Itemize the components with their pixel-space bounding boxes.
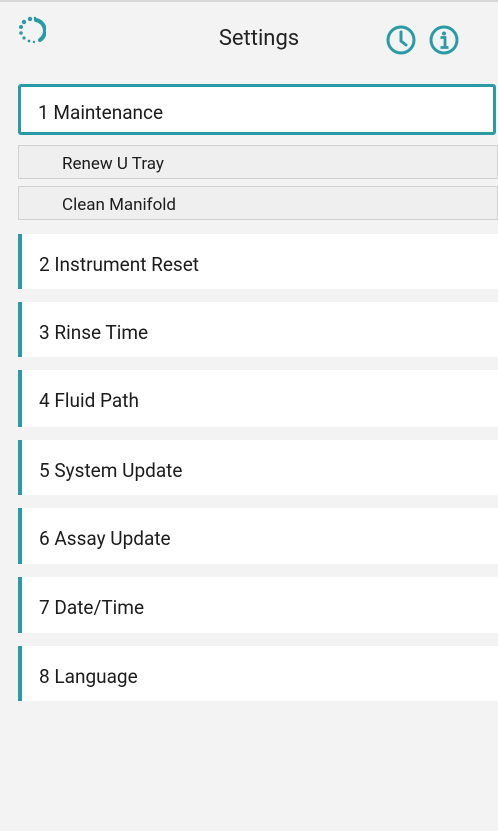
menu-item-system-update[interactable]: 5 System Update (18, 440, 498, 495)
menu-item-label: 3 Rinse Time (39, 321, 149, 344)
menu-item-label: 6 Assay Update (39, 527, 171, 550)
menu-item-date-time[interactable]: 7 Date/Time (18, 577, 498, 633)
subitem-label: Clean Manifold (62, 195, 177, 215)
menu-item-fluid-path[interactable]: 4 Fluid Path (18, 370, 498, 427)
menu-item-label: 5 System Update (39, 459, 183, 482)
info-icon[interactable] (428, 24, 460, 56)
menu-item-instrument-reset[interactable]: 2 Instrument Reset (18, 234, 498, 289)
menu-item-label: 1 Maintenance (38, 101, 164, 124)
menu-item-maintenance[interactable]: 1 Maintenance (18, 84, 496, 135)
menu-item-assay-update[interactable]: 6 Assay Update (18, 508, 498, 564)
header: Settings (0, 2, 498, 80)
menu-item-label: 8 Language (39, 665, 138, 688)
page-title: Settings (218, 26, 300, 51)
clock-icon[interactable] (385, 24, 417, 56)
subitem-clean-manifold[interactable]: Clean Manifold (18, 186, 498, 220)
menu-item-label: 4 Fluid Path (39, 389, 139, 412)
menu-item-label: 2 Instrument Reset (39, 253, 200, 276)
menu-item-language[interactable]: 8 Language (18, 646, 498, 701)
menu-item-label: 7 Date/Time (39, 596, 145, 619)
menu-item-rinse-time[interactable]: 3 Rinse Time (18, 302, 498, 357)
subitem-label: Renew U Tray (62, 154, 164, 174)
subitem-renew-u-tray[interactable]: Renew U Tray (18, 145, 498, 179)
